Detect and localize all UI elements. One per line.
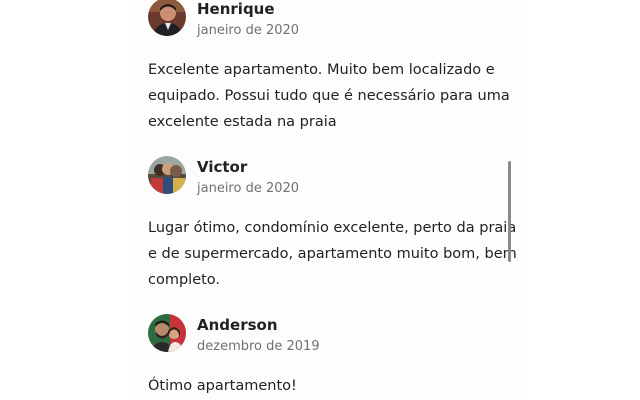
review-text: Ótimo apartamento! [148,378,297,394]
reviewer-name: Victor [197,158,248,176]
avatar[interactable] [148,0,186,36]
review-text: Lugar ótimo, condomínio excelente, perto… [148,220,517,288]
reviewer-name: Henrique [197,0,275,18]
reviewer-name: Anderson [197,316,278,334]
avatar[interactable] [148,156,186,194]
reviews-list[interactable]: Henrique janeiro de 2020 Excelente apart… [128,0,528,400]
avatar[interactable] [148,314,186,352]
review-date: janeiro de 2020 [197,181,300,196]
review-date: janeiro de 2020 [197,23,300,38]
scrollbar[interactable] [508,161,511,262]
reviews-screen: Henrique janeiro de 2020 Excelente apart… [0,0,640,400]
review-text: Excelente apartamento. Muito bem localiz… [148,62,510,130]
review-date: dezembro de 2019 [197,339,320,354]
